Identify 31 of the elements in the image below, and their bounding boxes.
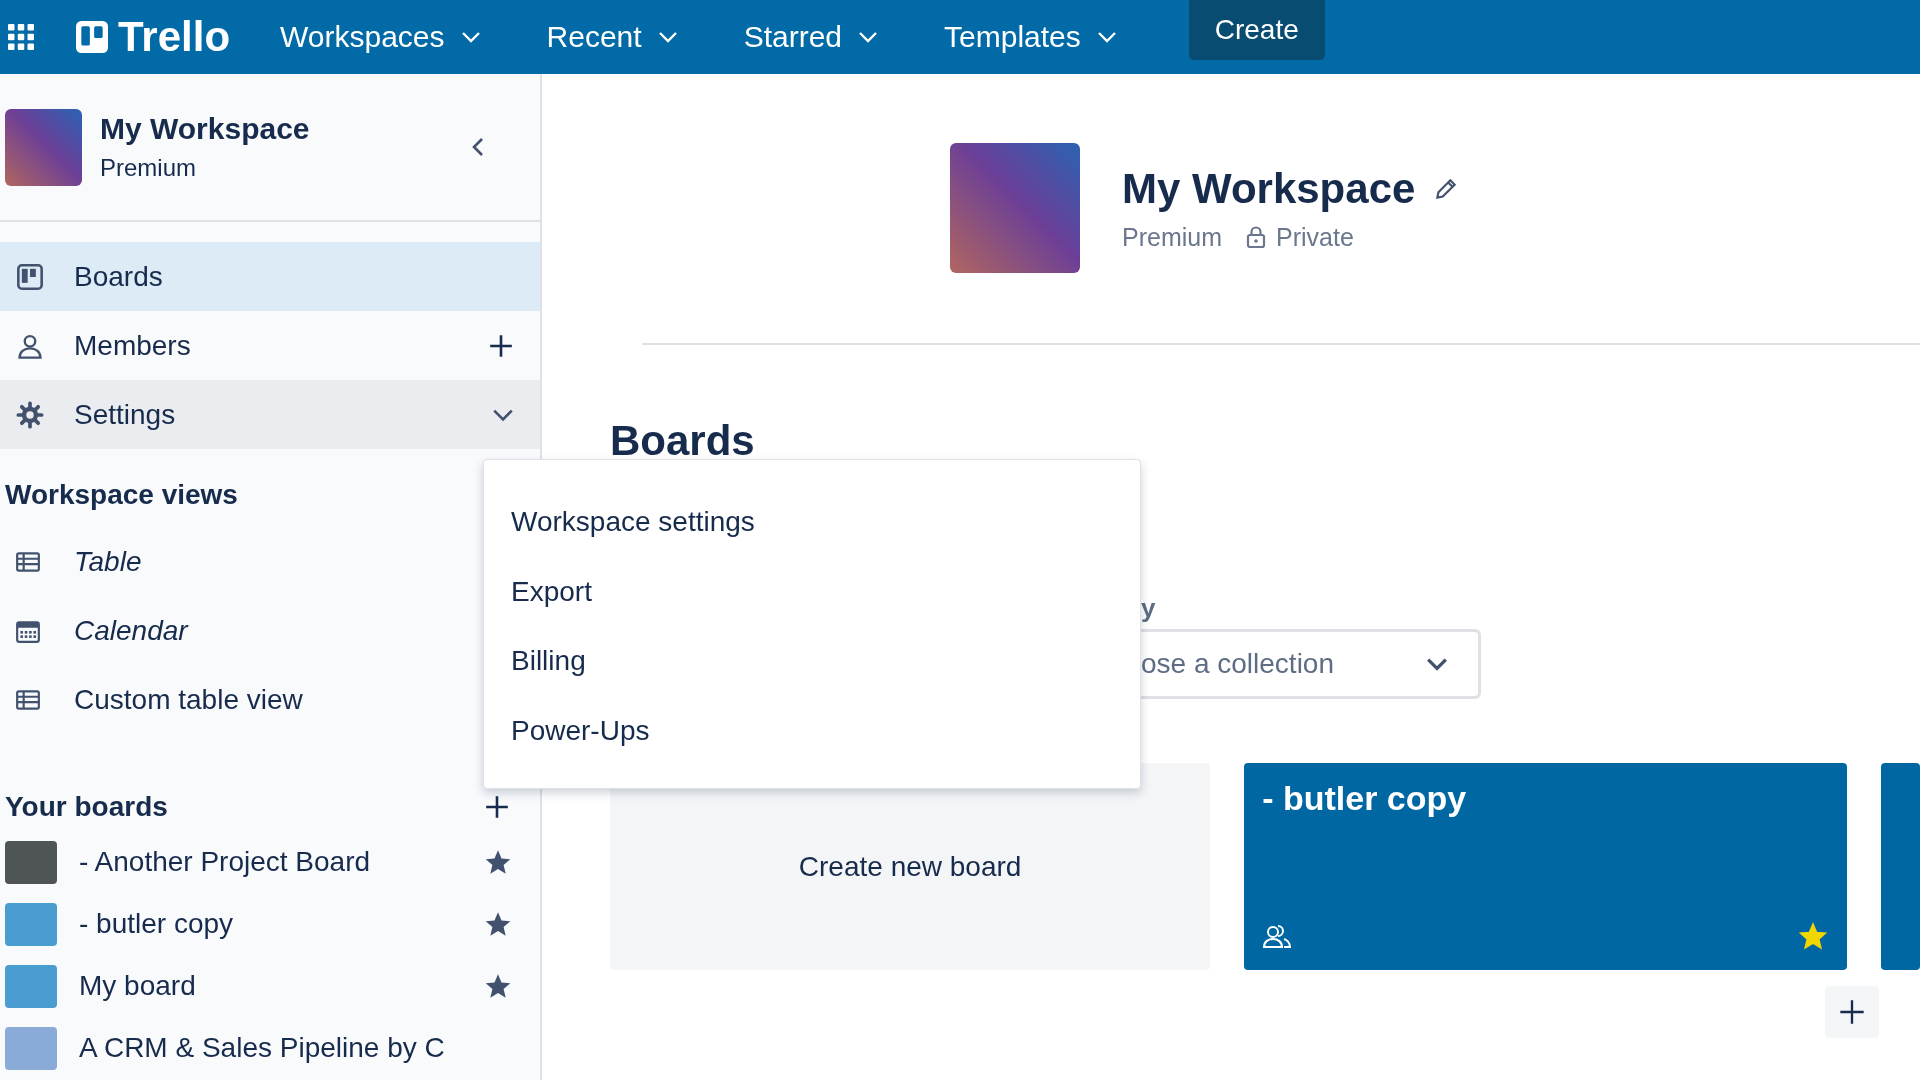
workspace-name: My Workspace — [100, 112, 311, 146]
workspace-view-item[interactable]: Calendar — [0, 596, 188, 665]
workspace-title: My Workspace — [1122, 164, 1416, 213]
workspace-visibility: Private — [1276, 222, 1354, 252]
workspace-view-item[interactable]: Custom table view — [0, 665, 303, 734]
menu-item[interactable]: Workspace settings — [484, 487, 755, 557]
workspace-view-item[interactable]: Table — [0, 527, 142, 596]
board-list-item[interactable]: - Another Project Board — [0, 831, 540, 893]
board-list-item[interactable]: - butler copy — [0, 893, 540, 955]
workspace-plan: Premium — [100, 154, 197, 182]
menu-item[interactable]: Export — [484, 556, 592, 626]
workspace-plan: Premium — [1122, 222, 1222, 252]
filter-label: y — [1141, 593, 1156, 624]
create-button[interactable]: Create — [1188, 0, 1325, 60]
logo-wordmark[interactable]: Trello — [118, 13, 231, 61]
menu-item[interactable]: Power-Ups — [484, 695, 650, 765]
board-tile[interactable]: - butler copy — [1244, 763, 1848, 970]
nav-menu[interactable]: Recent — [546, 20, 678, 54]
board-list-item[interactable]: My board — [0, 955, 540, 1017]
section-heading: Your boards — [5, 791, 168, 823]
nav-menu[interactable]: Starred — [743, 20, 878, 54]
collection-select[interactable]: ose a collection — [1141, 629, 1481, 699]
boards-heading: Boards — [610, 417, 756, 465]
sidebar-nav-item[interactable]: Boards — [0, 242, 540, 311]
board-list-item[interactable]: A CRM & Sales Pipeline by C — [0, 1017, 540, 1079]
sidebar-nav-item[interactable]: Settings — [0, 380, 540, 449]
section-heading: Workspace views — [5, 479, 239, 511]
nav-menu[interactable]: Templates — [944, 20, 1117, 54]
nav-menu[interactable]: Workspaces — [280, 20, 481, 54]
sidebar-nav-item[interactable]: Members — [0, 311, 540, 380]
menu-item[interactable]: Billing — [484, 626, 586, 696]
